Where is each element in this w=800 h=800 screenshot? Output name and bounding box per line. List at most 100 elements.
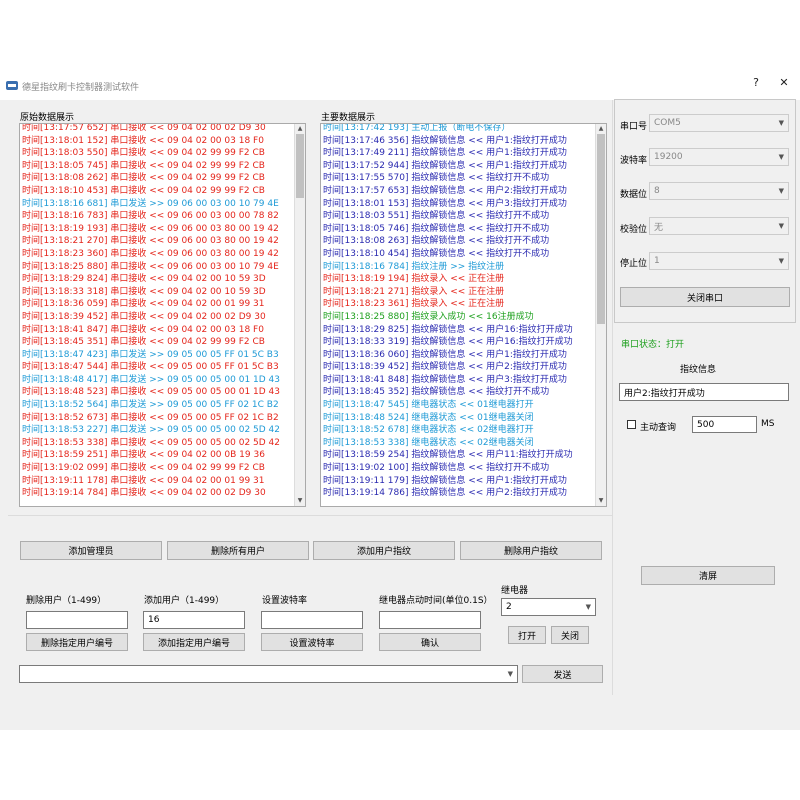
scroll-down-icon[interactable]: ▼ bbox=[295, 496, 305, 506]
log-line: 时间[13:19:14 786] 指纹解锁信息 << 用户2:指纹打开成功 bbox=[323, 488, 567, 499]
chevron-down-icon: ▼ bbox=[585, 603, 591, 611]
log-line: 时间[13:18:23 360] 串口接收 << 09 06 00 03 80 … bbox=[22, 248, 279, 259]
baud-select[interactable]: 19200 ▼ bbox=[649, 148, 789, 166]
add-user-fingerprint-button[interactable]: 添加用户指纹 bbox=[313, 541, 455, 560]
clear-screen-button[interactable]: 清屏 bbox=[641, 566, 775, 585]
log-line: 时间[13:17:57 653] 指纹解锁信息 << 用户2:指纹打开成功 bbox=[323, 185, 567, 196]
log-line: 时间[13:18:05 746] 指纹解锁信息 << 指纹打开不成功 bbox=[323, 223, 550, 234]
delete-specified-user-button[interactable]: 删除指定用户编号 bbox=[26, 633, 128, 651]
chevron-down-icon: ▼ bbox=[778, 153, 784, 161]
parity-label: 校验位 bbox=[620, 225, 648, 235]
parity-select[interactable]: 无 ▼ bbox=[649, 217, 789, 235]
log-line: 时间[13:18:01 153] 指纹解锁信息 << 用户3:指纹打开成功 bbox=[323, 198, 567, 209]
send-data-combo[interactable]: ▼ bbox=[19, 665, 518, 683]
log-line: 时间[13:18:33 318] 串口接收 << 09 04 02 00 10 … bbox=[22, 286, 266, 297]
log-line: 时间[13:18:39 452] 指纹解锁信息 << 用户2:指纹打开成功 bbox=[323, 362, 567, 373]
log-line: 时间[13:18:48 524] 继电器状态 << 01继电器关闭 bbox=[323, 412, 534, 423]
log-line: 时间[13:18:25 880] 指纹录入成功 << 16注册成功 bbox=[323, 311, 534, 322]
stopbits-label: 停止位 bbox=[620, 259, 648, 269]
log-line: 时间[13:18:16 681] 串口发送 >> 09 06 00 03 00 … bbox=[22, 198, 279, 209]
add-admin-button[interactable]: 添加管理员 bbox=[20, 541, 162, 560]
send-button[interactable]: 发送 bbox=[522, 665, 603, 683]
auto-query-checkbox[interactable] bbox=[627, 420, 636, 429]
relay-close-button[interactable]: 关闭 bbox=[551, 626, 589, 644]
stopbits-select[interactable]: 1 ▼ bbox=[649, 252, 789, 270]
help-button[interactable]: ? bbox=[746, 76, 766, 89]
fp-info-label: 指纹信息 bbox=[680, 365, 717, 375]
serial-status: 串口状态：打开 bbox=[621, 340, 685, 350]
confirm-button[interactable]: 确认 bbox=[379, 633, 481, 651]
scroll-thumb[interactable] bbox=[597, 134, 605, 324]
add-specified-user-button[interactable]: 添加指定用户编号 bbox=[143, 633, 245, 651]
databits-select[interactable]: 8 ▼ bbox=[649, 182, 789, 200]
scroll-up-icon[interactable]: ▲ bbox=[295, 124, 305, 134]
relay-label: 继电器 bbox=[501, 586, 529, 596]
chevron-down-icon: ▼ bbox=[778, 119, 784, 127]
delete-user-label: 删除用户（1-499） bbox=[26, 596, 107, 606]
relay-open-button[interactable]: 打开 bbox=[508, 626, 546, 644]
log-line: 时间[13:18:36 060] 指纹解锁信息 << 用户1:指纹打开成功 bbox=[323, 349, 567, 360]
relay-select[interactable]: 2 ▼ bbox=[501, 598, 596, 616]
scroll-down-icon[interactable]: ▼ bbox=[596, 496, 606, 506]
window-title: 德星指纹刷卡控制器测试软件 bbox=[22, 83, 140, 93]
log-line: 时间[13:18:45 351] 串口接收 << 09 04 02 99 99 … bbox=[22, 337, 265, 348]
main-data-list[interactable]: 时间[13:17:42 193] 主动上报（断电不保存） 时间[13:17:46 … bbox=[320, 123, 607, 507]
main-data-label: 主要数据展示 bbox=[321, 113, 376, 123]
log-line: 时间[13:17:42 193] 主动上报（断电不保存） bbox=[323, 123, 511, 133]
delete-user-fingerprint-button[interactable]: 删除用户指纹 bbox=[460, 541, 602, 560]
port-label: 串口号 bbox=[620, 122, 648, 132]
relay-time-label: 继电器点动时间(单位0.1S） bbox=[379, 596, 493, 606]
log-line: 时间[13:18:29 825] 指纹解锁信息 << 用户16:指纹打开成功 bbox=[323, 324, 573, 335]
log-line: 时间[13:18:03 551] 指纹解锁信息 << 指纹打开不成功 bbox=[323, 211, 550, 222]
log-line: 时间[13:18:21 270] 串口接收 << 09 06 00 03 80 … bbox=[22, 236, 279, 247]
fp-info-field[interactable]: 用户2:指纹打开成功 bbox=[619, 383, 789, 401]
set-baud-label: 设置波特率 bbox=[262, 596, 308, 606]
port-select[interactable]: COM5 ▼ bbox=[649, 114, 789, 132]
relay-time-input[interactable] bbox=[379, 611, 481, 629]
delete-user-input[interactable] bbox=[26, 611, 128, 629]
title-bar: 德星指纹刷卡控制器测试软件 ? ✕ bbox=[0, 70, 800, 101]
add-user-input[interactable]: 16 bbox=[143, 611, 245, 629]
main-scrollbar[interactable]: ▲ ▼ bbox=[595, 124, 606, 506]
raw-data-list[interactable]: 时间[13:17:57 652] 串口接收 << 09 04 02 00 02 … bbox=[19, 123, 306, 507]
log-line: 时间[13:18:48 523] 串口接收 << 09 05 00 05 00 … bbox=[22, 387, 280, 398]
log-line: 时间[13:18:52 673] 串口接收 << 09 05 00 05 FF … bbox=[22, 412, 279, 423]
log-line: 时间[13:18:53 227] 串口发送 >> 09 05 00 05 00 … bbox=[22, 425, 280, 436]
log-line: 时间[13:18:52 678] 继电器状态 << 02继电器打开 bbox=[323, 425, 534, 436]
query-interval-input[interactable]: 500 bbox=[692, 416, 757, 433]
log-line: 时间[13:18:53 338] 串口接收 << 09 05 00 05 00 … bbox=[22, 437, 280, 448]
scroll-thumb[interactable] bbox=[296, 134, 304, 198]
close-serial-button[interactable]: 关闭串口 bbox=[620, 287, 790, 307]
log-line: 时间[13:19:02 100] 指纹解锁信息 << 指纹打开不成功 bbox=[323, 463, 550, 474]
close-window-button[interactable]: ✕ bbox=[774, 76, 794, 89]
log-line: 时间[13:18:16 784] 指纹注册 >> 指纹注册 bbox=[323, 261, 505, 272]
chevron-down-icon: ▼ bbox=[507, 670, 513, 678]
log-line: 时间[13:18:05 745] 串口接收 << 09 04 02 99 99 … bbox=[22, 160, 265, 171]
log-line: 时间[13:19:11 178] 串口接收 << 09 04 02 00 01 … bbox=[22, 475, 265, 486]
chevron-down-icon: ▼ bbox=[778, 187, 784, 195]
log-line: 时间[13:18:52 564] 串口发送 >> 09 05 00 05 FF … bbox=[22, 400, 279, 411]
log-line: 时间[13:18:47 545] 继电器状态 << 01继电器打开 bbox=[323, 400, 534, 411]
log-line: 时间[13:18:08 262] 串口接收 << 09 04 02 99 99 … bbox=[22, 173, 265, 184]
log-line: 时间[13:19:11 179] 指纹解锁信息 << 用户1:指纹打开成功 bbox=[323, 475, 567, 486]
log-line: 时间[13:17:52 944] 指纹解锁信息 << 用户1:指纹打开成功 bbox=[323, 160, 567, 171]
query-unit: MS bbox=[761, 419, 775, 429]
log-line: 时间[13:18:01 152] 串口接收 << 09 04 02 00 03 … bbox=[22, 135, 264, 146]
delete-all-users-button[interactable]: 删除所有用户 bbox=[167, 541, 309, 560]
log-line: 时间[13:18:08 263] 指纹解锁信息 << 指纹打开不成功 bbox=[323, 236, 550, 247]
log-line: 时间[13:18:45 352] 指纹解锁信息 << 指纹打开不成功 bbox=[323, 387, 550, 398]
raw-scrollbar[interactable]: ▲ ▼ bbox=[294, 124, 305, 506]
scroll-up-icon[interactable]: ▲ bbox=[596, 124, 606, 134]
log-line: 时间[13:18:10 454] 指纹解锁信息 << 指纹打开不成功 bbox=[323, 248, 550, 259]
separator bbox=[612, 100, 613, 695]
log-line: 时间[13:18:48 417] 串口发送 >> 09 05 00 05 00 … bbox=[22, 374, 280, 385]
set-baud-input[interactable] bbox=[261, 611, 363, 629]
log-line: 时间[13:18:53 338] 继电器状态 << 02继电器关闭 bbox=[323, 437, 534, 448]
log-line: 时间[13:17:55 570] 指纹解锁信息 << 指纹打开不成功 bbox=[323, 173, 550, 184]
databits-label: 数据位 bbox=[620, 190, 648, 200]
set-baud-button[interactable]: 设置波特率 bbox=[261, 633, 363, 651]
app-icon bbox=[6, 81, 18, 90]
log-line: 时间[13:18:25 880] 串口接收 << 09 06 00 03 00 … bbox=[22, 261, 279, 272]
auto-query-label: 主动查询 bbox=[640, 423, 677, 433]
log-line: 时间[13:18:19 194] 指纹录入 << 正在注册 bbox=[323, 274, 505, 285]
